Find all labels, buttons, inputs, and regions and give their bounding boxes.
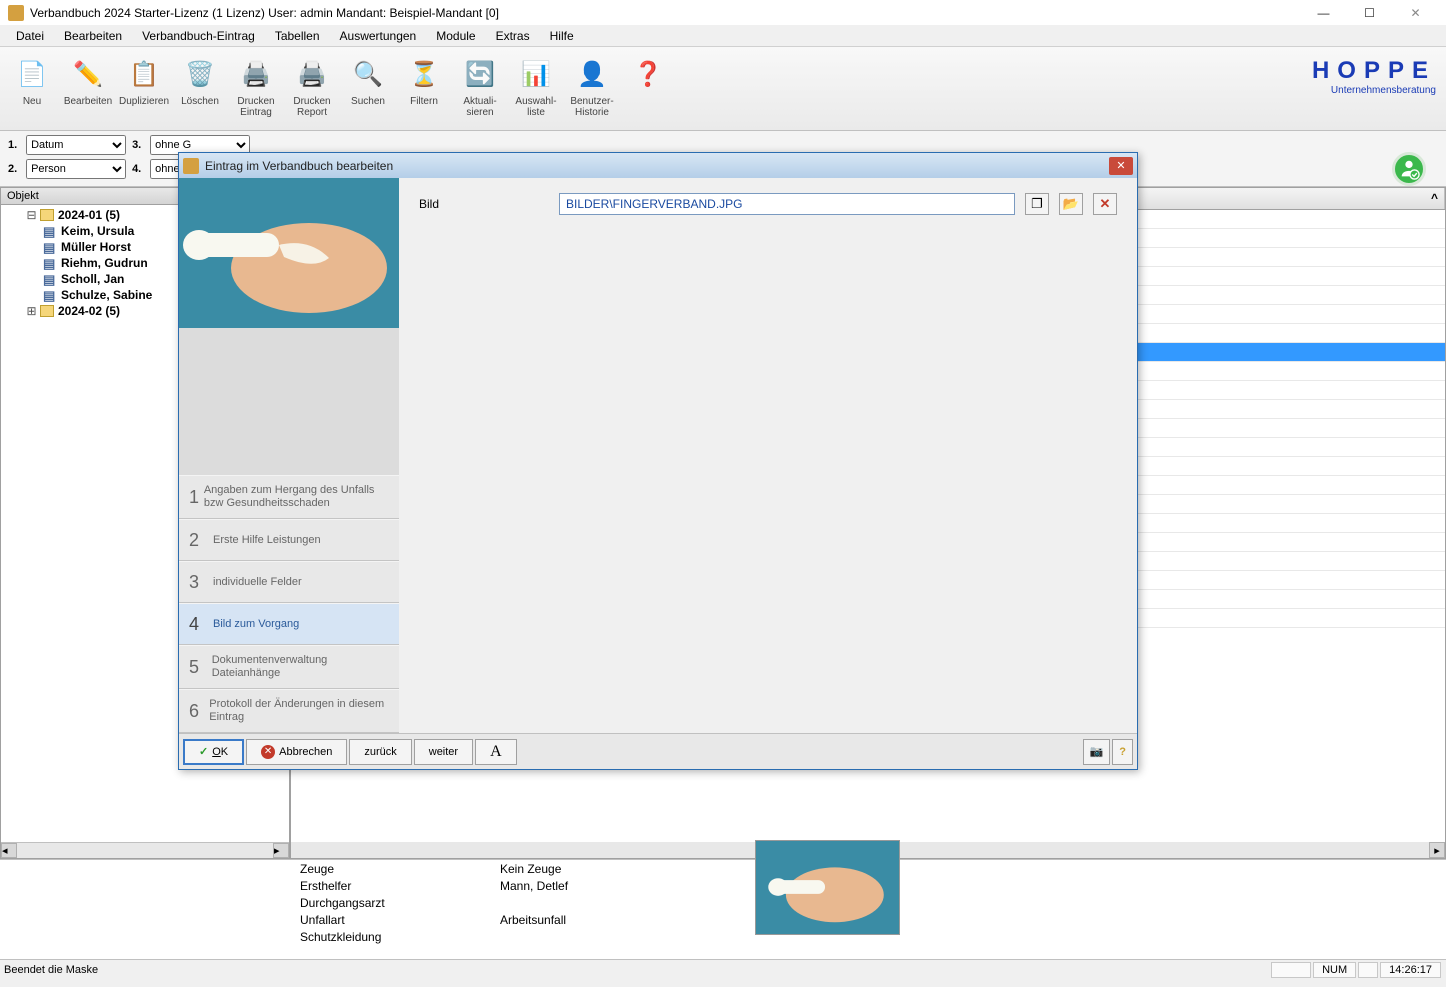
detail-thumbnail — [755, 840, 900, 935]
detail-key: Durchgangsarzt — [300, 896, 480, 913]
detail-value: Mann, Detlef — [500, 879, 700, 896]
user-action-button[interactable] — [1392, 152, 1426, 186]
help-icon-button[interactable]: ? — [1112, 739, 1133, 765]
minimize-button[interactable]: — — [1301, 0, 1346, 25]
detail-value: Arbeitsunfall — [500, 913, 700, 930]
detail-value: Kein Zeuge — [500, 862, 700, 879]
camera-icon-button[interactable]: 📷 — [1083, 739, 1111, 765]
dialog-button-bar: ✓OK ✕Abbrechen zurück weiter A 📷 ? — [179, 733, 1137, 769]
ok-button[interactable]: ✓OK — [183, 739, 244, 765]
filter-1-select[interactable]: Datum — [26, 135, 126, 155]
detail-panel: ZeugeErsthelferDurchgangsarztUnfallartSc… — [0, 859, 1446, 959]
toolbar-aktuali--sieren[interactable]: 🔄Aktuali-sieren — [453, 52, 507, 125]
filter-1-label: 1. — [8, 139, 23, 151]
menubar: DateiBearbeitenVerbandbuch-EintragTabell… — [0, 25, 1446, 47]
dialog-titlebar[interactable]: Eintrag im Verbandbuch bearbeiten ✕ — [179, 153, 1137, 178]
toolbar-duplizieren[interactable]: 📋Duplizieren — [117, 52, 171, 125]
menu-hilfe[interactable]: Hilfe — [542, 27, 582, 45]
toolbar-filtern[interactable]: ⏳Filtern — [397, 52, 451, 125]
dialog-sidebar: 1Angaben zum Hergang des Unfalls bzw Ges… — [179, 178, 399, 733]
close-button[interactable]: ✕ — [1393, 0, 1438, 25]
menu-auswertungen[interactable]: Auswertungen — [332, 27, 425, 45]
status-empty2 — [1358, 962, 1378, 978]
dialog-nav-item-4[interactable]: 4Bild zum Vorgang — [179, 603, 399, 645]
dialog-preview-image — [179, 178, 399, 363]
tree-hscroll[interactable]: ◂▸ — [1, 842, 289, 858]
detail-value — [500, 896, 700, 913]
toolbar-drucken-eintrag[interactable]: 🖨️DruckenEintrag — [229, 52, 283, 125]
toolbar-benutzer--historie[interactable]: 👤Benutzer-Historie — [565, 52, 619, 125]
toolbar: 📄Neu✏️Bearbeiten📋Duplizieren🗑️Löschen🖨️D… — [0, 47, 1446, 131]
dialog-content: Bild ❐ 📂 ✕ — [399, 178, 1137, 733]
dialog-icon — [183, 158, 199, 174]
detail-key: Zeuge — [300, 862, 480, 879]
copy-icon[interactable]: ❐ — [1025, 193, 1049, 215]
app-icon — [8, 5, 24, 21]
filter-2-select[interactable]: Person — [26, 159, 126, 179]
toolbar-drucken-report[interactable]: 🖨️DruckenReport — [285, 52, 339, 125]
detail-key: Schutzkleidung — [300, 930, 480, 947]
menu-bearbeiten[interactable]: Bearbeiten — [56, 27, 130, 45]
logo: HOPPE Unternehmensberatung — [1312, 57, 1436, 96]
toolbar-neu[interactable]: 📄Neu — [5, 52, 59, 125]
status-text: Beendet die Maske — [4, 964, 1270, 976]
toolbar-bearbeiten[interactable]: ✏️Bearbeiten — [61, 52, 115, 125]
dialog-nav-item-3[interactable]: 3individuelle Felder — [179, 561, 399, 603]
status-num: NUM — [1313, 962, 1356, 978]
dialog-nav-item-6[interactable]: 6Protokoll der Änderungen in diesem Eint… — [179, 689, 399, 733]
filter-3-label: 3. — [132, 139, 147, 151]
status-empty — [1271, 962, 1311, 978]
maximize-button[interactable]: ☐ — [1347, 0, 1392, 25]
dialog-close-button[interactable]: ✕ — [1109, 157, 1133, 175]
dialog-title: Eintrag im Verbandbuch bearbeiten — [205, 159, 1109, 173]
menu-extras[interactable]: Extras — [488, 27, 538, 45]
detail-keys: ZeugeErsthelferDurchgangsarztUnfallartSc… — [300, 862, 480, 957]
image-path-input[interactable] — [559, 193, 1015, 215]
detail-value — [500, 930, 700, 947]
toolbar-löschen[interactable]: 🗑️Löschen — [173, 52, 227, 125]
dialog-nav-item-2[interactable]: 2Erste Hilfe Leistungen — [179, 519, 399, 561]
detail-key: Ersthelfer — [300, 879, 480, 896]
field-label-bild: Bild — [419, 197, 549, 211]
edit-entry-dialog: Eintrag im Verbandbuch bearbeiten ✕ 1Ang… — [178, 152, 1138, 770]
statusbar: Beendet die Maske NUM 14:26:17 — [0, 959, 1446, 979]
status-time: 14:26:17 — [1380, 962, 1441, 978]
toolbar-auswahl--liste[interactable]: 📊Auswahl-liste — [509, 52, 563, 125]
cancel-button[interactable]: ✕Abbrechen — [246, 739, 347, 765]
dialog-nav: 1Angaben zum Hergang des Unfalls bzw Ges… — [179, 475, 399, 733]
detail-values: Kein ZeugeMann, Detlef Arbeitsunfall — [500, 862, 700, 957]
menu-tabellen[interactable]: Tabellen — [267, 27, 328, 45]
menu-verbandbuch-eintrag[interactable]: Verbandbuch-Eintrag — [134, 27, 263, 45]
delete-icon[interactable]: ✕ — [1093, 193, 1117, 215]
dialog-nav-item-1[interactable]: 1Angaben zum Hergang des Unfalls bzw Ges… — [179, 475, 399, 519]
menu-datei[interactable]: Datei — [8, 27, 52, 45]
next-button[interactable]: weiter — [414, 739, 473, 765]
filter-2-label: 2. — [8, 163, 23, 175]
logo-text: HOPPE — [1312, 57, 1436, 85]
font-button[interactable]: A — [475, 739, 517, 765]
toolbar-help[interactable]: ❓ — [621, 52, 675, 125]
open-folder-icon[interactable]: 📂 — [1059, 193, 1083, 215]
filter-4-label: 4. — [132, 163, 147, 175]
dialog-nav-item-5[interactable]: 5Dokumentenverwaltung Dateianhänge — [179, 645, 399, 689]
detail-key: Unfallart — [300, 913, 480, 930]
back-button[interactable]: zurück — [349, 739, 411, 765]
toolbar-suchen[interactable]: 🔍Suchen — [341, 52, 395, 125]
window-titlebar: Verbandbuch 2024 Starter-Lizenz (1 Lizen… — [0, 0, 1446, 25]
window-title: Verbandbuch 2024 Starter-Lizenz (1 Lizen… — [30, 6, 1301, 20]
logo-subtitle: Unternehmensberatung — [1312, 85, 1436, 96]
menu-module[interactable]: Module — [428, 27, 483, 45]
